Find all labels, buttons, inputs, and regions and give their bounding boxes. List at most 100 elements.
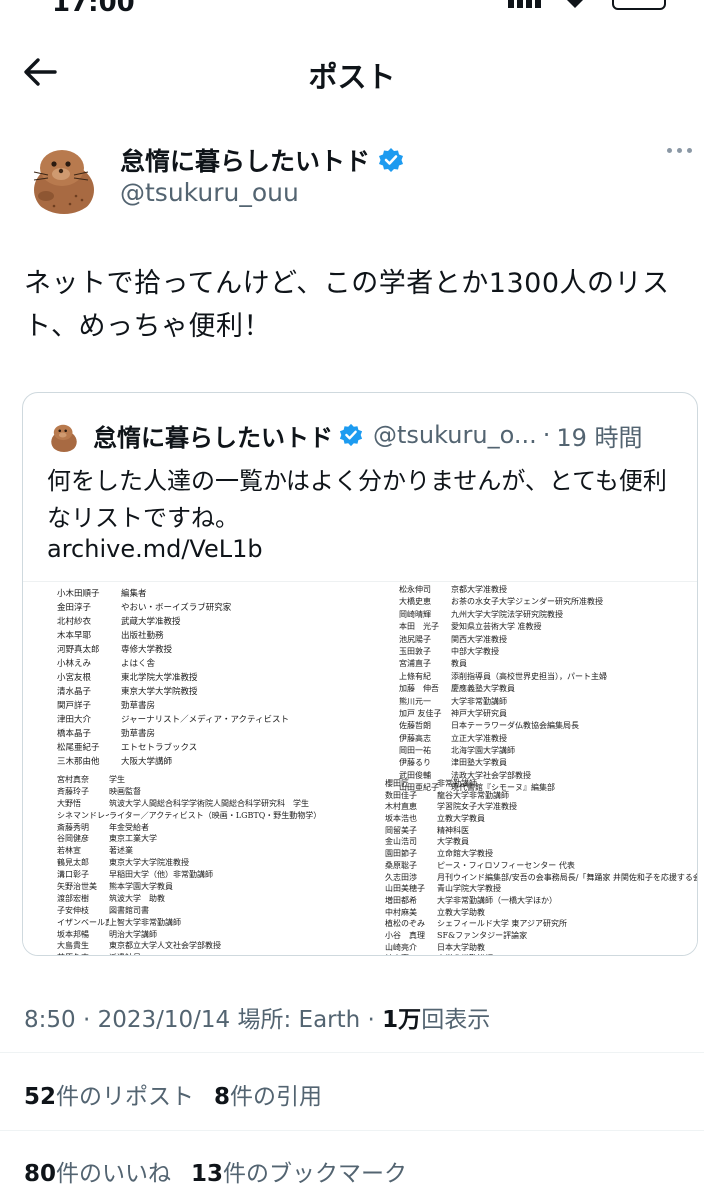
list-item: 子安伸枝 図書館司書 (57, 905, 321, 917)
list-item: 関戸詳子 勁草書房 (57, 700, 289, 714)
list-item-name: 久志田渉 (385, 872, 417, 882)
list-item-affiliation: 愛知県立芸術大学 准教授 (451, 622, 542, 632)
tweet-time[interactable]: 8:50 (24, 1007, 76, 1033)
list-item-name: 子安伸枝 (57, 905, 89, 915)
quoted-tweet[interactable]: 怠惰に暮らしたいトド @tsukuru_o... · 19 時間 何をした人達の… (22, 392, 698, 956)
more-options-icon[interactable] (667, 148, 692, 153)
list-item-name: 数田佳子 (385, 790, 417, 800)
list-item: 玉田敦子 中部大学教授 (399, 646, 607, 658)
list-item-name: 園田節子 (385, 849, 417, 859)
list-item: 宮村真奈 学生 (57, 774, 321, 786)
list-item: 大橋史恵 お茶の水女子大学ジェンダー研究所准教授 (399, 596, 607, 608)
list-item-name: 加戸 友佳子 (399, 708, 442, 718)
list-item-affiliation: 筑波大学人間総合科学学術院人間総合科学研究科 学生 (109, 798, 309, 808)
list-item-affiliation: 立教大学教員 (437, 814, 485, 824)
author-name-row[interactable]: 怠惰に暮らしたいトド (120, 142, 404, 178)
list-item-affiliation: 津田塾大学教員 (451, 758, 507, 768)
verified-badge-icon (379, 148, 404, 172)
list-item-affiliation: ピース・フィロソフィーセンター 代表 (437, 860, 575, 870)
quotes-count: 8 (214, 1084, 231, 1110)
list-item: 本田 光子 愛知県立芸術大学 准教授 (399, 621, 607, 633)
list-item-name: 岡田一祐 (399, 746, 431, 756)
list-item-affiliation: 筑波大学 助教 (109, 893, 165, 903)
view-count: 1万 (382, 1007, 422, 1033)
list-item-affiliation: 大学非常勤講師 (451, 696, 507, 706)
list-item-name: 関戸詳子 (57, 701, 92, 711)
quote-image-name-list[interactable]: 小木田順子 編集者 金田淳子 やおい・ボーイズラブ研究家 北村紗衣 武蔵大学准教授 木本早耶… (23, 581, 698, 955)
list-item-affiliation: 上智大学非常勤講師 (109, 917, 181, 927)
quote-link[interactable]: archive.md/VeL1b (47, 535, 263, 563)
list-item-affiliation: 神戸大学研究員 (451, 708, 507, 718)
page-title: ポスト (308, 60, 396, 94)
list-item: 植松のぞみ シェフィールド大学 東アジア研究所 (385, 918, 697, 930)
list-item-affiliation: お茶の水女子大学ジェンダー研究所准教授 (451, 597, 603, 607)
battery-icon (612, 0, 666, 10)
list-item-affiliation: 武蔵大学准教授 (121, 617, 181, 627)
quotes-stat[interactable]: 8件の引用 (214, 1077, 322, 1111)
list-item-name: 若林宣 (57, 846, 81, 856)
verified-badge-icon (339, 423, 363, 447)
list-item: 松永伸司 京都大学准教授 (399, 584, 607, 596)
list-item-name: 三木那由他 (57, 757, 100, 767)
list-item-affiliation: 映画監督 (109, 786, 141, 796)
list-item: 小木田順子 編集者 (57, 588, 289, 602)
list-item-affiliation: 大学教員 (437, 837, 469, 847)
list-item: 数田佳子 龍谷大学非常勤講師 (385, 790, 697, 802)
list-item-affiliation: 出版社勤務 (121, 631, 164, 641)
list-item-name: 大橋史恵 (399, 597, 431, 607)
list-item-name: 上條有紀 (399, 671, 431, 681)
likes-stat[interactable]: 80件のいいね (24, 1154, 171, 1188)
name-list-column: 小木田順子 編集者 金田淳子 やおい・ボーイズラブ研究家 北村紗衣 武蔵大学准教授 木本早耶… (57, 588, 289, 770)
stats-row: 80件のいいね 13件のブックマーク (24, 1154, 407, 1188)
list-item: 岡崎晴輝 九州大学大学院法学研究院教授 (399, 609, 607, 621)
list-item-affiliation: 図書館司書 (109, 905, 149, 915)
quote-author-handle: @tsukuru_o... (373, 421, 537, 449)
list-item-affiliation: 著述業 (109, 846, 133, 856)
status-time: 17:00 (52, 0, 135, 14)
tweet-text: ネットで拾ってんけど、この学者とか1300人のリスト、めっちゃ便利！ (24, 268, 670, 342)
list-item-name: 宮浦直子 (399, 659, 431, 669)
list-item-affiliation: SF&ファンタジー評論家 (437, 930, 528, 940)
tweet-meta: 8:50 · 2023/10/14 場所: Earth · 1万回表示 (24, 1000, 684, 1034)
quote-author-name: 怠惰に暮らしたいトド (93, 423, 333, 452)
author-handle[interactable]: @tsukuru_ouu (120, 178, 299, 207)
view-label: 回表示 (421, 1007, 491, 1033)
list-item: 池尻陽子 関西大学准教授 (399, 634, 607, 646)
bookmarks-count: 13 (191, 1161, 224, 1187)
list-item-affiliation: 派遣社員 (109, 952, 141, 955)
list-item-name: 清水晶子 (57, 687, 92, 697)
list-item-affiliation: 日本テーラワーダ仏教協会編集局長 (451, 721, 579, 731)
list-item: 増田都希 大学非常勤講師（一橋大学ほか） (385, 895, 697, 907)
list-item-affiliation: 明治大学講師 (109, 929, 157, 939)
list-item-name: 宮村真奈 (57, 775, 89, 784)
list-item-affiliation: 年金受給者 (109, 822, 149, 832)
list-item-affiliation: 添削指導員（高校世界史担当），パート主婦 (451, 671, 607, 681)
list-item: 伊藤るり 津田塾大学教員 (399, 757, 607, 769)
list-item: 小宮友根 東北学院大学准教授 (57, 672, 289, 686)
list-item-affiliation: 月刊ウインド編集部/安吾の会事務局長/「舞踊家 井関佐和子を応援する会 さわさわ… (437, 872, 698, 882)
list-item-name: 斎藤秀明 (57, 822, 89, 832)
author-name[interactable]: 怠惰に暮らしたいトド (120, 142, 370, 178)
quote-avatar (47, 418, 81, 452)
list-item-affiliation: 大学非常勤講師（一橋大学ほか） (437, 895, 557, 905)
list-item: 伊藤高志 立正大学准教授 (399, 733, 607, 745)
quote-header: 怠惰に暮らしたいトド @tsukuru_o... · 19 時間 (47, 417, 687, 453)
list-item-name: 北村紗衣 (57, 617, 92, 627)
list-item-name: 伊藤高志 (399, 733, 431, 743)
list-item: 渡部宏樹 筑波大学 助教 (57, 893, 321, 905)
list-item-name: シネマンドレイク (57, 810, 109, 820)
list-item-affiliation: 大学非常勤講師 (437, 953, 493, 955)
avatar[interactable] (24, 134, 104, 214)
list-item-name: 坂本浩也 (385, 814, 417, 824)
bookmarks-stat[interactable]: 13件のブックマーク (191, 1154, 407, 1188)
list-item-affiliation: 立正大学准教授 (451, 733, 507, 743)
separator-dot: · (367, 1007, 375, 1033)
list-item-name: 伊藤るり (399, 758, 431, 768)
divider (0, 1130, 704, 1131)
list-item: 矢野治世美 熊本学園大学教員 (57, 881, 321, 893)
list-item-name: 桑原聡子 (385, 860, 417, 870)
list-item-affiliation: 教員 (451, 659, 467, 669)
list-item-name: 池尻陽子 (399, 634, 431, 644)
reposts-stat[interactable]: 52件のリポスト (24, 1077, 194, 1111)
tweet-date[interactable]: 2023/10/14 (98, 1007, 231, 1033)
